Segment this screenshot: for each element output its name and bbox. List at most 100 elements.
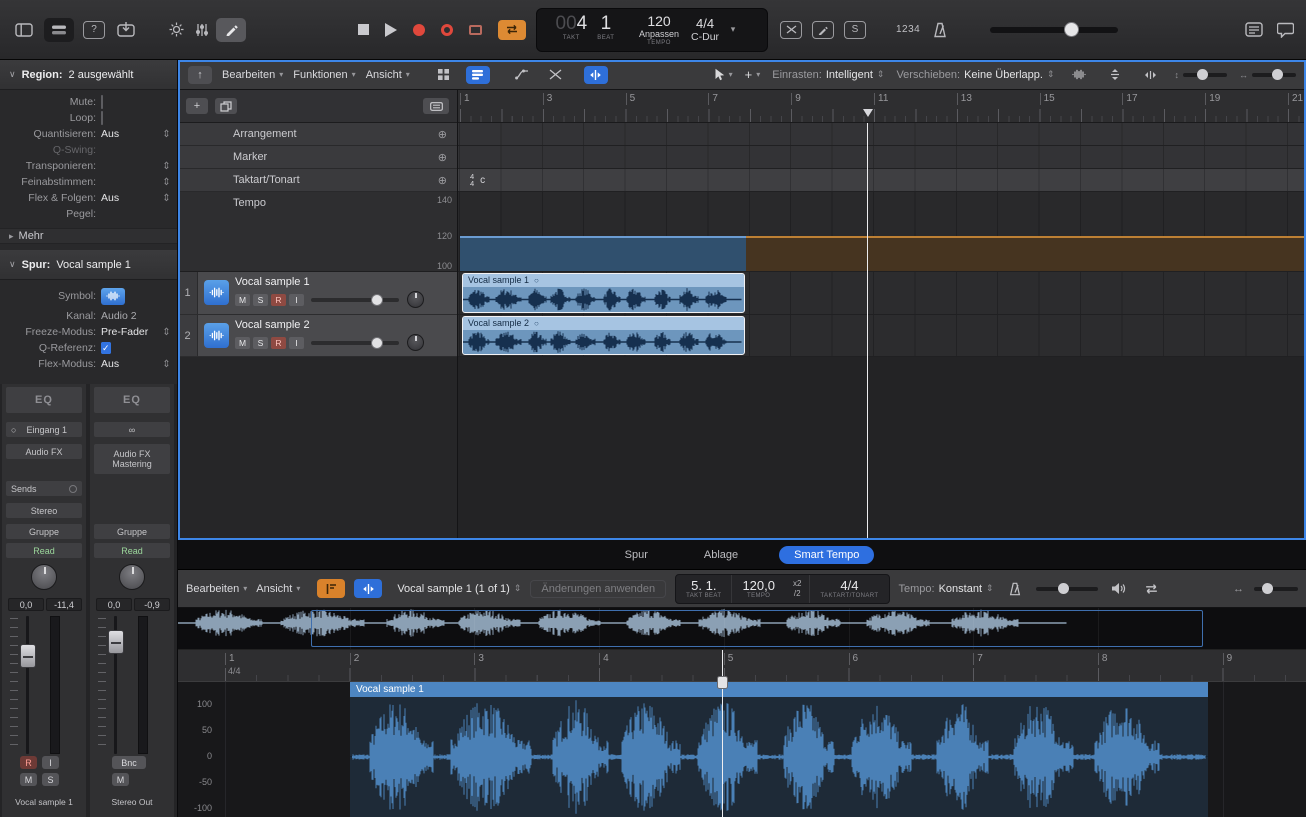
stepper-icon[interactable]: ⇕: [161, 129, 172, 140]
horizontal-zoom-slider[interactable]: ↔: [1239, 70, 1296, 80]
quantize-value[interactable]: Aus: [101, 128, 161, 140]
track-header-1[interactable]: 1 Vocal sample 1 M S R I: [178, 272, 457, 315]
tab-smart-tempo[interactable]: Smart Tempo: [779, 546, 874, 564]
loop-checkbox[interactable]: [101, 111, 103, 125]
global-track-signature[interactable]: Taktart/Tonart ⊕: [178, 169, 457, 192]
notes-chat-icon[interactable]: [1277, 22, 1294, 38]
q-reference-checkbox[interactable]: ✓: [101, 342, 111, 354]
track-header-config-button[interactable]: [423, 98, 449, 114]
stereo-format-slot[interactable]: ∞: [94, 422, 170, 437]
functions-menu[interactable]: Funktionen▾: [293, 69, 355, 81]
flex-mode-value[interactable]: Aus: [101, 358, 161, 370]
disclosure-icon[interactable]: ∨: [9, 69, 16, 80]
overview-visible-range[interactable]: [311, 610, 1203, 647]
track-header-2[interactable]: 2 Vocal sample 2 M S R I: [178, 315, 457, 357]
track-pan-knob[interactable]: [407, 291, 424, 308]
playhead[interactable]: [867, 123, 868, 540]
add-arrangement-icon[interactable]: ⊕: [438, 128, 447, 141]
automation-icon[interactable]: [510, 66, 534, 84]
volume-value[interactable]: -11,4: [46, 598, 82, 611]
editor-ruler[interactable]: 123456789 4/4: [178, 650, 1306, 682]
lcd-tempo[interactable]: 120 Anpassen TEMPO: [633, 9, 685, 51]
mute-button[interactable]: M: [235, 294, 250, 306]
track-icon-waveform[interactable]: [204, 280, 229, 305]
editor-edit-menu[interactable]: Bearbeiten▾: [186, 583, 247, 595]
nudge-icon[interactable]: [164, 19, 188, 41]
solo-button[interactable]: S: [253, 337, 268, 349]
freeze-mode-value[interactable]: Pre-Fader: [101, 326, 161, 338]
input-monitor-button[interactable]: I: [289, 294, 304, 306]
record-enable-button[interactable]: R: [271, 294, 286, 306]
record-enable-button[interactable]: R: [271, 337, 286, 349]
crossfade-icon[interactable]: [544, 66, 568, 84]
arrangement-lane[interactable]: [458, 123, 1306, 146]
tempo-lane[interactable]: [458, 192, 1306, 272]
view-menu[interactable]: Ansicht▾: [366, 69, 410, 81]
track-lane-1[interactable]: Vocal sample 1○: [458, 272, 1306, 315]
mute-button[interactable]: M: [235, 337, 250, 349]
secondary-tool-menu[interactable]: +▾: [745, 67, 761, 82]
stepper-icon[interactable]: ⇕: [161, 161, 172, 172]
file-select-popup[interactable]: Vocal sample 1 (1 of 1)⇕: [397, 583, 521, 595]
flex-button[interactable]: [354, 579, 382, 598]
editor-region[interactable]: Vocal sample 1: [350, 682, 1208, 817]
volume-fader-output[interactable]: [108, 630, 124, 654]
metronome-icon[interactable]: [1003, 580, 1027, 598]
stepper-icon[interactable]: ⇕: [161, 193, 172, 204]
global-track-tempo[interactable]: Tempo 140 120 100: [178, 192, 457, 272]
automation-mode-slot-output[interactable]: Read: [94, 543, 170, 558]
loop-playback-icon[interactable]: [1140, 580, 1164, 598]
waveform-zoom-icon[interactable]: [1067, 66, 1091, 84]
count-in-button[interactable]: 1234: [896, 24, 920, 35]
horizontal-zoom-icon[interactable]: [1139, 66, 1163, 84]
edit-menu[interactable]: Bearbeiten▾: [222, 69, 283, 81]
tempo-curve-region-pending[interactable]: [746, 236, 1306, 271]
hierarchy-back-button[interactable]: ↑: [188, 66, 212, 84]
key-signature-marker[interactable]: c: [480, 175, 485, 186]
flex-follow-value[interactable]: Aus: [101, 192, 161, 204]
track-name[interactable]: Vocal sample 2: [235, 319, 457, 331]
automation-mode-slot[interactable]: Read: [6, 543, 82, 558]
track-pan-knob[interactable]: [407, 334, 424, 351]
snap-popup[interactable]: Einrasten:Intelligent⇕: [772, 69, 884, 81]
volume-knob[interactable]: [1064, 22, 1079, 37]
editor-view-menu[interactable]: Ansicht▾: [256, 583, 300, 595]
send-knob[interactable]: [69, 485, 77, 493]
sends-slot[interactable]: Sends: [6, 481, 82, 496]
click-volume-slider[interactable]: [1036, 587, 1098, 591]
pan-knob[interactable]: [31, 564, 57, 590]
list-editors-icon[interactable]: [1245, 22, 1263, 37]
audio-fx-slot[interactable]: Audio FX: [6, 444, 82, 459]
import-icon[interactable]: [114, 19, 138, 41]
library-icon[interactable]: [12, 19, 36, 41]
lcd-position[interactable]: 004 TAKT 1 BEAT: [537, 9, 633, 51]
smart-tempo-follow-icon[interactable]: ○: [534, 317, 539, 330]
no-crossfade-icon[interactable]: [780, 21, 802, 39]
smart-tempo-follow-icon[interactable]: ○: [534, 274, 539, 287]
group-slot[interactable]: Gruppe: [6, 524, 82, 539]
disclosure-icon[interactable]: ∨: [9, 259, 16, 270]
global-track-arrangement[interactable]: Arrangement ⊕: [178, 123, 457, 146]
volume-value-output[interactable]: -0,9: [134, 598, 170, 611]
bounce-button[interactable]: Bnc: [112, 756, 146, 769]
input-monitor-button[interactable]: I: [42, 756, 59, 769]
add-signature-icon[interactable]: ⊕: [438, 174, 447, 187]
quick-help-icon[interactable]: ?: [82, 19, 106, 41]
add-marker-icon[interactable]: ⊕: [438, 151, 447, 164]
stepper-icon[interactable]: ⇕: [161, 359, 172, 370]
drag-popup[interactable]: Verschieben:Keine Überlapp.⇕: [896, 69, 1054, 81]
add-track-button[interactable]: +: [186, 98, 208, 114]
marker-lane[interactable]: [458, 146, 1306, 169]
timeline-empty[interactable]: [458, 357, 1306, 540]
lcd-display[interactable]: 004 TAKT 1 BEAT 120 Anpassen TEMPO 4/4 C…: [536, 8, 768, 52]
editor-region-body[interactable]: [350, 697, 1208, 817]
pan-value-output[interactable]: 0,0: [96, 598, 132, 611]
play-button[interactable]: [385, 23, 397, 37]
mute-button-output[interactable]: M: [112, 773, 129, 786]
tab-ablage[interactable]: Ablage: [689, 546, 753, 564]
editor-lcd[interactable]: 5. 1. TAKT BEAT 120,0 TEMPO x2 /2 4/4 TA…: [675, 574, 889, 604]
stop-button[interactable]: [358, 24, 369, 35]
duplicate-track-button[interactable]: [215, 98, 237, 114]
pencil-icon[interactable]: [812, 21, 834, 39]
editor-region-header[interactable]: Vocal sample 1: [350, 682, 1208, 697]
